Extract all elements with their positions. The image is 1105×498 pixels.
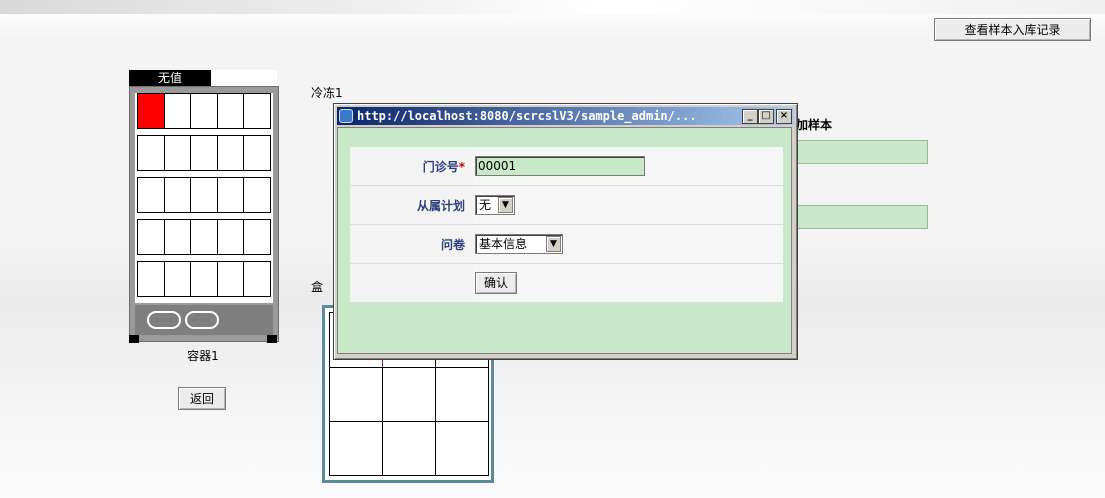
confirm-label-cell [350, 263, 473, 303]
slot-cell[interactable] [218, 262, 245, 296]
slot-cell[interactable] [138, 136, 165, 170]
add-sample-header: 加样本 [796, 118, 833, 132]
container-foot-left [129, 335, 139, 343]
slot-cell[interactable] [165, 178, 192, 212]
clinic-no-label: 门诊号 [422, 159, 459, 174]
minimize-button[interactable]: _ [742, 109, 758, 124]
container-base [135, 305, 273, 335]
handle-left-icon [147, 311, 181, 329]
shelf-row-3 [137, 177, 271, 213]
slot-cell[interactable] [165, 262, 192, 296]
container-foot-right [267, 335, 277, 343]
required-mark: * [458, 159, 465, 174]
box-cell[interactable] [329, 367, 383, 422]
popup-title: http://localhost:8080/scrcslV3/sample_ad… [357, 109, 697, 123]
close-button[interactable]: × [776, 109, 792, 124]
confirm-cell: 确认 [473, 263, 783, 303]
box-cell[interactable] [435, 421, 489, 476]
container-title: 无值 [129, 70, 211, 86]
slot-cell[interactable] [244, 136, 270, 170]
slot-cell[interactable] [138, 262, 165, 296]
questionnaire-value-cell: 基本信息 ▼ [473, 224, 783, 264]
form-row-plan: 从属计划 无 ▼ [350, 185, 783, 225]
shelf-row-4 [137, 219, 271, 255]
slot-cell[interactable] [191, 178, 218, 212]
container-slots [135, 93, 273, 303]
popup-client: 门诊号* 从属计划 无▼ 问卷 基本信息▼ 确认 [337, 127, 792, 354]
slot-cell[interactable] [191, 94, 218, 128]
back-button[interactable]: 返回 [178, 387, 226, 410]
slot-cell[interactable] [218, 178, 245, 212]
plan-value-cell: 无 ▼ [473, 185, 783, 225]
shelf-row-1 [137, 93, 271, 129]
container-title-gap [211, 70, 277, 86]
background-field-2[interactable] [796, 205, 928, 229]
box-cell[interactable] [382, 421, 436, 476]
box-cell[interactable] [435, 367, 489, 422]
ie-page-icon [339, 109, 353, 123]
slot-cell[interactable] [165, 136, 192, 170]
form-row-confirm: 确认 [350, 263, 783, 303]
plan-label: 从属计划 [350, 185, 473, 225]
container-label: 容器1 [187, 349, 219, 363]
box-label: 冷冻1 [311, 86, 343, 100]
clinic-no-input[interactable] [475, 156, 645, 176]
questionnaire-select[interactable]: 基本信息 ▼ [475, 234, 563, 254]
box-cell[interactable] [329, 421, 383, 476]
handle-right-icon [185, 311, 219, 329]
form-row-questionnaire: 问卷 基本信息 ▼ [350, 224, 783, 264]
view-sample-records-button[interactable]: 查看样本入库记录 [934, 18, 1091, 41]
popup-titlebar[interactable]: http://localhost:8080/scrcslV3/sample_ad… [337, 107, 794, 125]
dropdown-arrow-icon[interactable]: ▼ [546, 236, 561, 252]
background-field-1[interactable] [796, 140, 928, 164]
clinic-no-value-cell [473, 147, 783, 186]
slot-cell[interactable] [218, 136, 245, 170]
questionnaire-select-value: 基本信息 [479, 237, 528, 251]
maximize-button[interactable]: □ [758, 109, 774, 124]
shelf-row-2 [137, 135, 271, 171]
slot-cell[interactable] [138, 220, 165, 254]
slot-cell[interactable] [218, 220, 245, 254]
plan-select-value: 无 [479, 198, 492, 212]
slot-cell[interactable] [244, 220, 270, 254]
form-row-clinic-no: 门诊号* [350, 147, 783, 186]
top-band [0, 0, 1105, 14]
slot-cell[interactable] [244, 94, 270, 128]
plan-select[interactable]: 无 ▼ [475, 195, 515, 215]
slot-cell[interactable] [191, 262, 218, 296]
slot-cell[interactable] [218, 94, 245, 128]
shelf-row-5 [137, 261, 271, 297]
slot-cell[interactable] [191, 136, 218, 170]
clinic-no-label-cell: 门诊号* [350, 147, 473, 186]
slot-cell[interactable] [165, 220, 192, 254]
slot-cell-filled[interactable] [138, 94, 165, 128]
slot-cell[interactable] [244, 178, 270, 212]
questionnaire-label: 问卷 [350, 224, 473, 264]
box-cell[interactable] [382, 367, 436, 422]
sample-form: 门诊号* 从属计划 无▼ 问卷 基本信息▼ 确认 [350, 147, 783, 303]
popup-window: http://localhost:8080/scrcslV3/sample_ad… [333, 103, 798, 360]
box-label-2: 盒 [311, 280, 324, 294]
slot-cell[interactable] [165, 94, 192, 128]
slot-cell[interactable] [138, 178, 165, 212]
dropdown-arrow-icon[interactable]: ▼ [498, 197, 513, 213]
slot-cell[interactable] [244, 262, 270, 296]
slot-cell[interactable] [191, 220, 218, 254]
confirm-button[interactable]: 确认 [475, 272, 518, 294]
container-rack [129, 86, 279, 343]
